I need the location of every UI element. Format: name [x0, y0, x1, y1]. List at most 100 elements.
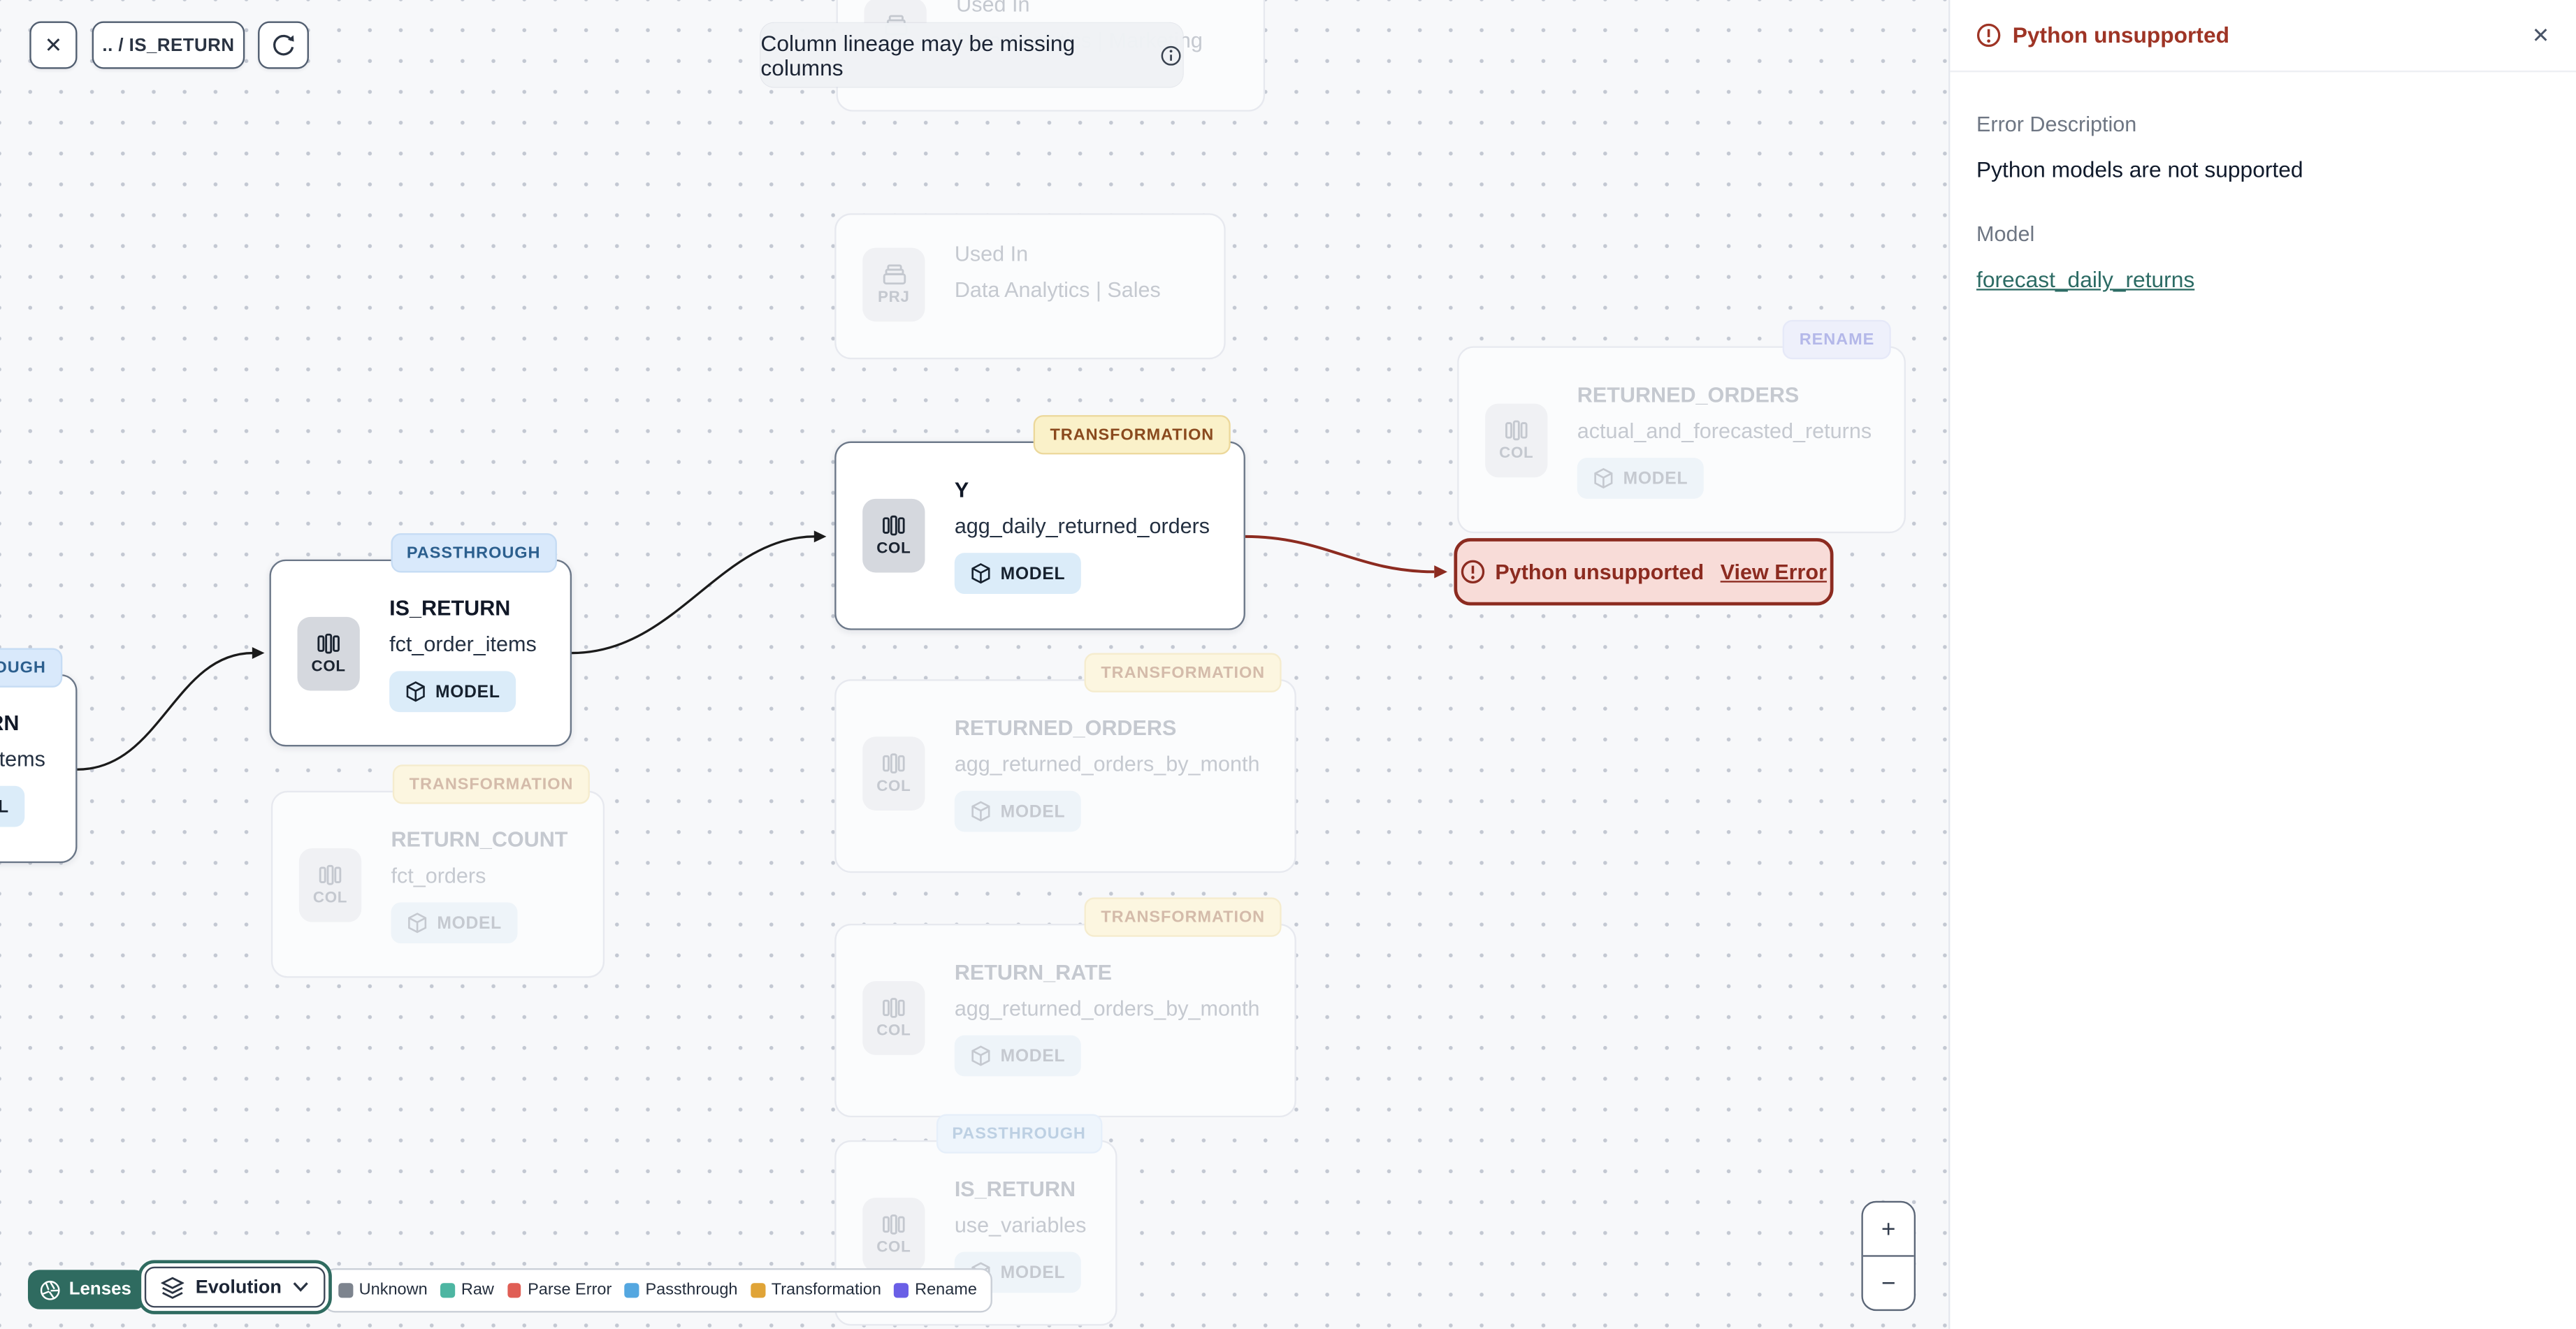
chip-label: COL	[876, 1021, 911, 1040]
lenses-button[interactable]: Lenses	[27, 1270, 147, 1309]
node-subtitle: Data Analytics | Sales	[954, 277, 1161, 303]
chip-label: COL	[876, 1237, 911, 1256]
project-icon	[882, 263, 906, 284]
node-title: Used In	[956, 0, 1030, 17]
chip-label: COL	[312, 888, 348, 907]
column-icon	[319, 864, 342, 885]
cube-icon	[1594, 467, 1613, 489]
chip-label: PRJ	[878, 288, 910, 306]
cube-icon	[971, 1045, 990, 1066]
model-badge: MODEL	[954, 553, 1082, 595]
column-chip: COL	[1485, 403, 1548, 478]
column-chip: COL	[862, 1198, 925, 1272]
legend-swatch	[507, 1283, 521, 1298]
column-chip: COL	[862, 981, 925, 1055]
chip-label: COL	[876, 539, 911, 558]
node-title: Used In	[954, 241, 1029, 266]
node-returned-orders-by-month[interactable]: TRANSFORMATION COL RETURNED_ORDERS agg_r…	[834, 653, 1296, 873]
column-icon	[883, 753, 905, 773]
column-chip: COL	[862, 736, 925, 811]
lenses-label: Lenses	[68, 1279, 131, 1300]
lenses-aperture-icon	[40, 1279, 60, 1300]
lineage-warning-toast: Column lineage may be missing columns	[760, 22, 1183, 87]
zoom-in-button[interactable]: +	[1862, 1203, 1914, 1257]
column-icon	[883, 996, 905, 1017]
column-icon	[883, 1213, 905, 1234]
node-y-agg-daily[interactable]: TRANSFORMATION COL Y agg_daily_returned_…	[834, 415, 1245, 630]
node-title: RETURNED_ORDERS	[1577, 382, 1800, 407]
cube-icon	[408, 913, 427, 934]
model-label: Model	[1976, 221, 2035, 247]
legend-item: Rename	[894, 1281, 977, 1300]
close-lineage-button[interactable]: ✕	[29, 21, 78, 69]
node-title: IS_RETURN	[389, 595, 511, 620]
legend-item: Raw	[440, 1281, 494, 1300]
zoom-controls: + −	[1861, 1200, 1916, 1312]
legend-item: Parse Error	[507, 1281, 612, 1300]
chip-label: COL	[876, 776, 911, 795]
node-title: IS_RETURN	[0, 710, 20, 735]
alert-circle-icon	[1976, 23, 2001, 48]
column-icon	[883, 514, 905, 535]
chip-label: COL	[1499, 444, 1534, 462]
node-used-in-sales[interactable]: PRJ Used In Data Analytics | Sales	[834, 213, 1226, 360]
legend-swatch	[751, 1283, 765, 1298]
node-subtitle: agg_returned_orders_by_month	[954, 751, 1260, 776]
lineage-legend: Unknown Raw Parse Error Passthrough Tran…	[324, 1268, 992, 1313]
model-badge: MODEL	[954, 790, 1082, 832]
chevron-down-icon	[294, 1282, 309, 1292]
model-badge: MODEL	[0, 785, 26, 827]
node-returned-orders-renamed[interactable]: RENAME COL RETURNED_ORDERS actual_and_fo…	[1457, 319, 1906, 534]
node-is-return-fct-order-items[interactable]: PASSTHROUGH COL IS_RETURN fct_order_item…	[269, 533, 572, 747]
model-link[interactable]: forecast_daily_returns	[1976, 268, 2194, 292]
node-subtitle: actual_and_forecasted_returns	[1577, 418, 1872, 443]
refresh-button[interactable]	[258, 21, 309, 69]
project-chip: PRJ	[862, 247, 925, 322]
legend-item: Transformation	[751, 1281, 881, 1300]
node-subtitle: fct_orders	[391, 863, 486, 888]
zoom-out-button[interactable]: −	[1863, 1257, 1914, 1309]
refresh-icon	[273, 34, 294, 56]
app-root: PRJ Used In Data Analytics | Marketing P…	[0, 0, 2576, 1329]
node-subtitle: fct_order_items	[0, 746, 45, 771]
view-error-link[interactable]: View Error	[1721, 560, 1827, 584]
cube-icon	[406, 681, 425, 702]
model-badge: MODEL	[1577, 458, 1705, 499]
lens-selected-value: Evolution	[195, 1277, 282, 1298]
node-title: RETURN_COUNT	[391, 827, 568, 852]
legend-swatch	[625, 1283, 639, 1298]
breadcrumb[interactable]: .. / IS_RETURN	[92, 21, 245, 69]
node-title: Y	[954, 477, 969, 502]
model-badge: MODEL	[954, 1035, 1082, 1077]
column-icon	[317, 632, 340, 653]
panel-title: Python unsupported	[1976, 23, 2229, 48]
column-chip: COL	[298, 848, 362, 922]
column-icon	[1505, 419, 1528, 440]
node-subtitle: agg_daily_returned_orders	[954, 513, 1210, 539]
node-return-rate[interactable]: TRANSFORMATION COL RETURN_RATE agg_retur…	[834, 897, 1296, 1118]
model-badge: MODEL	[389, 671, 517, 713]
lens-select[interactable]: Evolution	[138, 1260, 333, 1314]
python-unsupported-error-chip[interactable]: Python unsupported View Error	[1454, 538, 1834, 606]
layers-icon	[161, 1276, 184, 1298]
cube-icon	[971, 801, 990, 822]
close-icon: ✕	[44, 31, 63, 57]
panel-close-button[interactable]: ✕	[2532, 22, 2550, 49]
node-subtitle: use_variables	[954, 1212, 1087, 1237]
lineage-canvas[interactable]: PRJ Used In Data Analytics | Marketing P…	[0, 0, 1949, 1329]
node-return-count[interactable]: TRANSFORMATION COL RETURN_COUNT fct_orde…	[270, 764, 605, 978]
node-subtitle: fct_order_items	[389, 632, 537, 657]
error-chip-label: Python unsupported	[1461, 560, 1704, 584]
node-is-return-upstream[interactable]: PASSTHROUGH COL IS_RETURN fct_order_item…	[0, 648, 78, 864]
legend-swatch	[894, 1283, 909, 1298]
legend-item: Passthrough	[625, 1281, 738, 1300]
node-subtitle: agg_returned_orders_by_month	[954, 996, 1260, 1021]
legend-swatch	[440, 1283, 455, 1298]
cube-icon	[971, 563, 990, 584]
panel-header: Python unsupported ✕	[1950, 0, 2576, 73]
column-chip: COL	[297, 616, 360, 691]
info-icon[interactable]	[1161, 43, 1183, 66]
error-description-value: Python models are not supported	[1976, 157, 2303, 182]
chip-label: COL	[311, 657, 346, 676]
error-detail-panel: Python unsupported ✕ Error Description P…	[1948, 0, 2576, 1329]
